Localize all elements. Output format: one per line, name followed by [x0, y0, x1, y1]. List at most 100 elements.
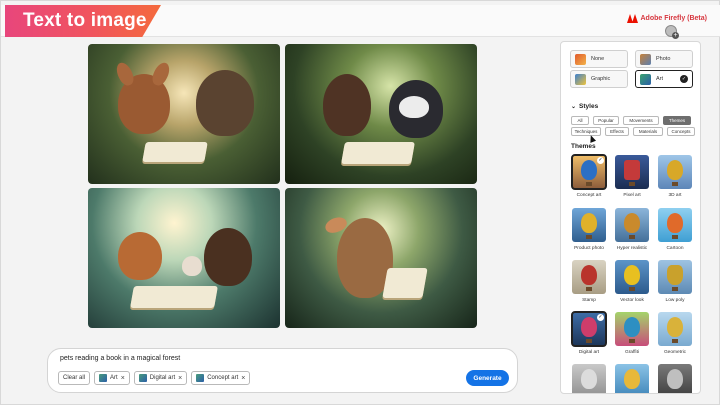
theme-graffiti[interactable]: Graffiti: [615, 312, 649, 355]
generate-button[interactable]: Generate: [466, 370, 509, 386]
theme-thumbnail: [658, 312, 692, 346]
theme-thumbnail: [658, 208, 692, 242]
content-type-label: Graphic: [591, 76, 611, 82]
content-type-photo[interactable]: Photo: [635, 50, 693, 68]
theme-label: Geometric: [663, 350, 687, 355]
styles-heading[interactable]: ⌄ Styles: [571, 103, 598, 110]
theme-low-poly[interactable]: Low poly: [658, 260, 692, 303]
user-avatar-icon[interactable]: [665, 25, 679, 39]
theme-label: Hyper realistic: [616, 246, 648, 251]
theme-label: Vector look: [620, 298, 644, 303]
theme-vector-look[interactable]: Vector look: [615, 260, 649, 303]
themes-heading: Themes: [571, 143, 596, 150]
theme-thumbnail: [615, 312, 649, 346]
generated-image-1[interactable]: [88, 44, 280, 184]
content-type-label: None: [591, 56, 605, 62]
theme-thumbnail: [572, 364, 606, 393]
chip-label: Art: [110, 375, 118, 381]
art-thumbnail-icon: [640, 73, 651, 85]
adobe-logo-icon: [627, 14, 639, 23]
chip-label: Concept art: [207, 375, 239, 381]
chip-row: Clear all Art × Digital art × Concept ar…: [58, 371, 251, 385]
theme-label: Stamp: [582, 298, 596, 303]
tab-techniques[interactable]: Techniques: [571, 127, 601, 136]
theme-digital-art[interactable]: ✓ Digital art: [571, 311, 607, 355]
close-icon[interactable]: ×: [178, 375, 182, 382]
tab-effects[interactable]: Effects: [605, 127, 629, 136]
digital-art-thumbnail-icon: [138, 374, 147, 382]
theme-label: Digital art: [578, 350, 600, 355]
theme-pixel-art[interactable]: Pixel art: [615, 155, 649, 198]
brand-name: Adobe Firefly (Beta): [640, 15, 707, 22]
theme-thumbnail: [658, 260, 692, 294]
concept-art-thumbnail-icon: [196, 374, 205, 382]
generated-image-3[interactable]: [88, 188, 280, 328]
tab-concepts[interactable]: Concepts: [667, 127, 695, 136]
theme-thumbnail: [572, 208, 606, 242]
theme-thumbnail: [658, 364, 692, 393]
checkmark-icon: ✓: [680, 75, 688, 83]
photo-thumbnail-icon: [640, 53, 651, 65]
page-title: Text to image: [23, 10, 147, 31]
theme-label: Graffiti: [624, 350, 640, 355]
theme-more-3[interactable]: [658, 364, 692, 393]
theme-thumbnail: ✓: [571, 311, 607, 347]
content-type-label: Art: [656, 76, 664, 82]
styles-heading-label: Styles: [579, 103, 599, 110]
theme-hyper-realistic[interactable]: Hyper realistic: [615, 208, 649, 251]
art-thumbnail-icon: [99, 374, 108, 382]
chip-digital-art[interactable]: Digital art ×: [133, 371, 188, 385]
clear-all-button[interactable]: Clear all: [58, 371, 91, 385]
generated-image-4[interactable]: [285, 188, 477, 328]
tab-popular[interactable]: Popular: [593, 116, 619, 125]
close-icon[interactable]: ×: [241, 375, 245, 382]
chip-label: Digital art: [149, 375, 176, 381]
theme-thumbnail: [615, 155, 649, 189]
checkmark-icon: ✓: [597, 157, 604, 164]
theme-more-1[interactable]: [572, 364, 606, 393]
theme-thumbnail: ✓: [571, 154, 607, 190]
theme-thumbnail: [572, 260, 606, 294]
theme-label: Product photo: [574, 246, 604, 251]
content-type-art[interactable]: Art ✓: [635, 70, 693, 88]
chevron-down-icon: ⌄: [571, 104, 577, 110]
prompt-input[interactable]: pets reading a book in a magical forest: [60, 355, 180, 362]
theme-label: 3D art: [668, 193, 682, 198]
brand[interactable]: Adobe Firefly (Beta): [627, 14, 707, 23]
close-icon[interactable]: ×: [121, 375, 125, 382]
theme-thumbnail: [615, 260, 649, 294]
clear-all-label: Clear all: [63, 375, 86, 381]
theme-3d-art[interactable]: 3D art: [658, 155, 692, 198]
theme-thumbnail: [615, 364, 649, 393]
none-thumbnail-icon: [575, 53, 586, 65]
theme-label: Cartoon: [666, 246, 684, 251]
theme-concept-art[interactable]: ✓ Concept art: [571, 154, 607, 198]
theme-stamp[interactable]: Stamp: [572, 260, 606, 303]
tab-all[interactable]: All: [571, 116, 589, 125]
theme-label: Concept art: [576, 193, 602, 198]
theme-more-2[interactable]: [615, 364, 649, 393]
theme-geometric[interactable]: Geometric: [658, 312, 692, 355]
settings-panel: None Photo Graphic Art ✓ ⌄ Styles All Pop…: [560, 41, 701, 394]
theme-product-photo[interactable]: Product photo: [572, 208, 606, 251]
generated-image-2[interactable]: [285, 44, 477, 184]
tab-materials[interactable]: Materials: [633, 127, 663, 136]
graphic-thumbnail-icon: [575, 73, 586, 85]
theme-thumbnail: [615, 208, 649, 242]
theme-label: Low poly: [665, 298, 685, 303]
title-banner: Text to image: [5, 5, 161, 37]
tab-movements[interactable]: Movements: [623, 116, 659, 125]
image-gallery: [88, 44, 478, 328]
theme-thumbnail: [658, 155, 692, 189]
chip-art[interactable]: Art ×: [94, 371, 130, 385]
content-type-graphic[interactable]: Graphic: [570, 70, 628, 88]
checkmark-icon: ✓: [597, 314, 604, 321]
app-frame: Text to image Adobe Firefly (Beta) + pet…: [0, 0, 720, 405]
tab-themes[interactable]: Themes: [663, 116, 691, 125]
chip-concept-art[interactable]: Concept art ×: [191, 371, 251, 385]
content-type-label: Photo: [656, 56, 671, 62]
theme-label: Pixel art: [623, 193, 641, 198]
prompt-bar: pets reading a book in a magical forest …: [47, 348, 518, 393]
theme-cartoon[interactable]: Cartoon: [658, 208, 692, 251]
content-type-none[interactable]: None: [570, 50, 628, 68]
